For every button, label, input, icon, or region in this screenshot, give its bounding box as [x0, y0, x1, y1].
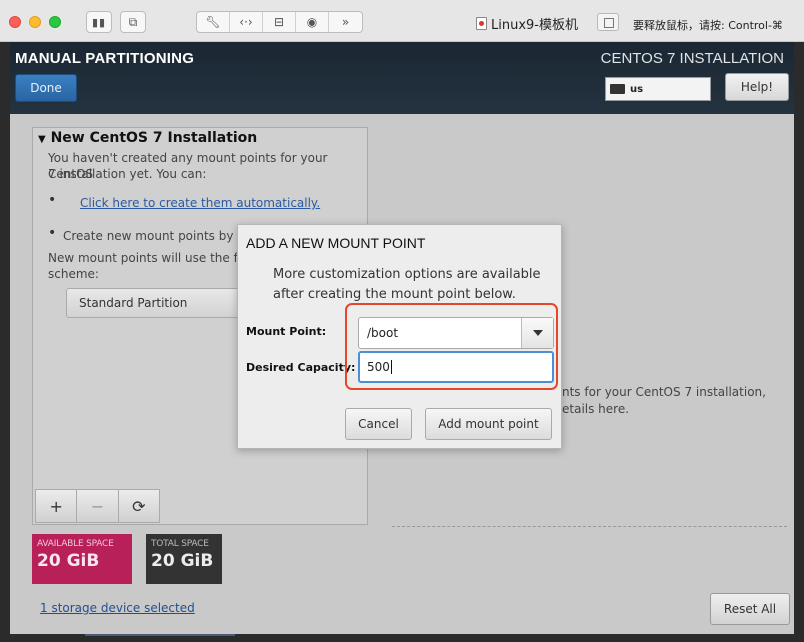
details-hint-line-2: etails here. [562, 402, 630, 416]
auto-create-link[interactable]: Click here to create them automatically. [80, 196, 320, 210]
release-mouse-icon[interactable] [597, 13, 619, 31]
product-title: CENTOS 7 INSTALLATION [600, 50, 784, 67]
storage-device-link[interactable]: 1 storage device selected [40, 601, 195, 615]
zoom-window-button[interactable] [49, 16, 61, 28]
details-hint: nts for your CentOS 7 installation, etai… [562, 384, 766, 418]
help-button[interactable]: Help! [725, 73, 789, 101]
add-mount-point-button[interactable]: + [36, 490, 78, 522]
divider [392, 526, 787, 527]
settings-icon[interactable]: 🔧︎ [197, 12, 230, 32]
code-icon[interactable]: ‹·› [230, 12, 263, 32]
close-window-button[interactable] [9, 16, 21, 28]
bottom-scroll-indicator [85, 634, 235, 636]
manual-create-text: Create new mount points by cl [63, 229, 248, 243]
snapshot-button[interactable]: ⧉ [120, 11, 146, 33]
add-mount-point-button[interactable]: Add mount point [425, 408, 552, 440]
dialog-title: ADD A NEW MOUNT POINT [246, 235, 426, 251]
release-mouse-hint: 要释放鼠标，请按: Control-⌘ [633, 19, 783, 32]
dialog-description-line-1: More customization options are available [273, 267, 541, 282]
remove-mount-point-button[interactable]: − [77, 490, 119, 522]
forward-icon[interactable]: » [329, 12, 362, 32]
total-space-value: 20 GiB [151, 551, 214, 571]
snapshot-icon: ⧉ [128, 14, 138, 29]
user-icon[interactable]: ◉ [296, 12, 329, 32]
installer-header: MANUAL PARTITIONING Done CENTOS 7 INSTAL… [10, 42, 794, 114]
drive-icon[interactable]: ⊟ [263, 12, 296, 32]
scheme-line-2: scheme: [48, 267, 99, 281]
done-button[interactable]: Done [15, 74, 77, 102]
mount-point-toolbar: + − ⟳ [35, 489, 160, 523]
add-mount-point-dialog: ADD A NEW MOUNT POINT More customization… [237, 224, 562, 449]
desired-capacity-label: Desired Capacity: [246, 361, 356, 374]
bullet-icon: • [48, 225, 57, 241]
keyboard-layout-indicator[interactable]: us [605, 77, 711, 101]
bullet-icon: • [48, 192, 57, 208]
keyboard-icon [610, 84, 625, 94]
page-title: MANUAL PARTITIONING [15, 50, 195, 67]
vm-window-titlebar: ▮▮ ⧉ 🔧︎ ‹·› ⊟ ◉ » Linux9-模板机 要释放鼠标，请按: C… [0, 0, 804, 42]
mount-point-label: Mount Point: [246, 325, 327, 338]
available-space-label: AVAILABLE SPACE [37, 539, 114, 549]
details-hint-line-1: nts for your CentOS 7 installation, [562, 385, 766, 399]
vm-toolbar-group: 🔧︎ ‹·› ⊟ ◉ » [196, 11, 363, 33]
available-space-value: 20 GiB [37, 551, 100, 571]
reset-all-button[interactable]: Reset All [710, 593, 790, 625]
dialog-description-line-2: after creating the mount point below. [273, 287, 516, 302]
pause-button[interactable]: ▮▮ [86, 11, 112, 33]
total-space-box: TOTAL SPACE 20 GiB [146, 534, 222, 584]
available-space-box: AVAILABLE SPACE 20 GiB [32, 534, 132, 584]
cancel-button[interactable]: Cancel [345, 408, 412, 440]
pause-icon: ▮▮ [91, 15, 107, 29]
expander-down-icon: ▼ [38, 134, 46, 145]
vm-document-icon [476, 16, 487, 30]
total-space-label: TOTAL SPACE [151, 539, 209, 549]
dialog-description: More customization options are available… [273, 265, 553, 305]
intro-line-2: 7 installation yet. You can: [48, 167, 207, 181]
highlight-annotation [345, 303, 558, 390]
keyboard-layout-label: us [630, 83, 644, 95]
minimize-window-button[interactable] [29, 16, 41, 28]
installation-title[interactable]: ▼ New CentOS 7 Installation [38, 130, 257, 146]
scheme-line-1: New mount points will use the fo [48, 251, 246, 265]
vm-name-label: Linux9-模板机 [491, 17, 578, 33]
refresh-button[interactable]: ⟳ [119, 490, 159, 522]
vm-name-tab[interactable]: Linux9-模板机 [476, 12, 578, 34]
